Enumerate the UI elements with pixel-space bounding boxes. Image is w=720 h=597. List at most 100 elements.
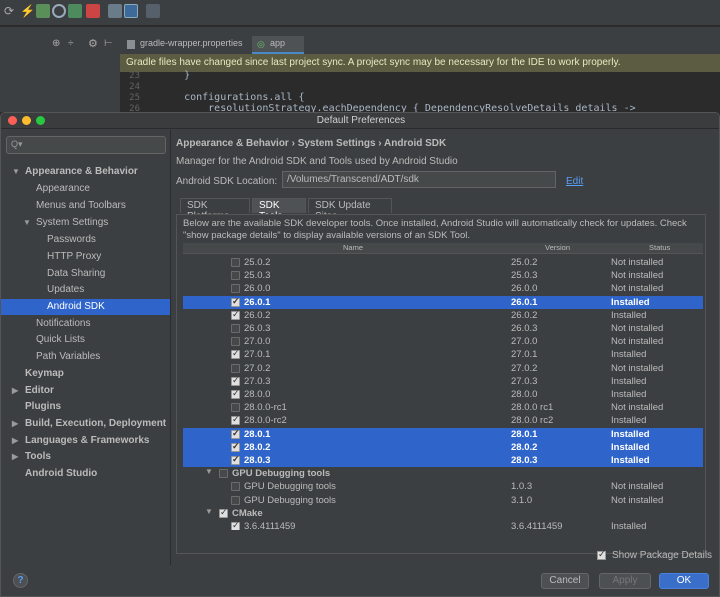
sidebar-item[interactable]: ▼ System Settings bbox=[1, 215, 170, 231]
sidebar-item[interactable]: ▶ Languages & Frameworks bbox=[1, 433, 170, 449]
table-row[interactable]: ▼ GPU Debugging tools bbox=[183, 467, 703, 480]
sidebar-item[interactable]: Notifications bbox=[1, 316, 170, 332]
sidebar-item[interactable]: Plugins bbox=[1, 399, 170, 415]
row-checkbox[interactable] bbox=[231, 388, 240, 399]
sdk-manager-icon[interactable] bbox=[108, 4, 122, 18]
sdk-location-field[interactable]: /Volumes/Transcend/ADT/sdk bbox=[282, 171, 556, 188]
collapse-icon[interactable]: ⊢ bbox=[104, 38, 113, 49]
chevron-down-icon[interactable]: ▼ bbox=[12, 164, 20, 180]
row-checkbox[interactable] bbox=[219, 507, 228, 518]
chevron-down-icon[interactable]: ▼ bbox=[23, 215, 31, 231]
table-row[interactable]: 28.0.2 28.0.2 Installed bbox=[183, 440, 703, 454]
split-icon[interactable]: ÷ bbox=[68, 38, 74, 49]
minimize-window-icon[interactable] bbox=[22, 116, 31, 125]
table-row[interactable]: ▼ CMake bbox=[183, 507, 703, 520]
sidebar-item[interactable]: ▶ Build, Execution, Deployment bbox=[1, 416, 170, 432]
row-checkbox[interactable] bbox=[231, 454, 240, 465]
apply-button[interactable]: Apply bbox=[599, 573, 651, 589]
chevron-down-icon[interactable]: ▼ bbox=[205, 467, 213, 476]
target-icon[interactable]: ⊕ bbox=[52, 38, 60, 49]
row-checkbox[interactable] bbox=[231, 337, 240, 347]
row-checkbox[interactable] bbox=[231, 520, 240, 530]
stop-icon[interactable] bbox=[86, 4, 100, 18]
ok-button[interactable]: OK bbox=[659, 573, 709, 589]
row-checkbox[interactable] bbox=[231, 363, 240, 373]
lightning-icon[interactable]: ⚡ bbox=[20, 4, 35, 18]
row-checkbox[interactable] bbox=[231, 441, 240, 452]
close-window-icon[interactable] bbox=[8, 116, 17, 125]
sidebar-item[interactable]: Menus and Toolbars bbox=[1, 198, 170, 214]
tab-gradle-wrapper[interactable]: gradle-wrapper.properties bbox=[122, 36, 250, 54]
cancel-button[interactable]: Cancel bbox=[541, 573, 589, 589]
tab-sdk-platforms[interactable]: SDK Platforms bbox=[180, 198, 250, 222]
sidebar-item[interactable]: Passwords bbox=[1, 232, 170, 248]
profiler-icon[interactable] bbox=[52, 4, 66, 18]
table-row[interactable]: 28.0.3 28.0.3 Installed bbox=[183, 454, 703, 467]
row-checkbox[interactable] bbox=[231, 296, 240, 307]
show-package-details-label[interactable]: Show Package Details bbox=[612, 550, 712, 561]
row-checkbox[interactable] bbox=[231, 428, 240, 439]
row-checkbox[interactable] bbox=[231, 284, 240, 294]
sidebar-item[interactable]: Android SDK bbox=[1, 299, 170, 315]
row-checkbox[interactable] bbox=[231, 403, 240, 413]
row-checkbox[interactable] bbox=[231, 258, 240, 267]
sidebar-item[interactable]: Android Studio bbox=[1, 466, 170, 482]
chevron-down-icon[interactable]: ▼ bbox=[205, 507, 213, 516]
show-package-details-checkbox[interactable]: ✓ bbox=[597, 549, 606, 560]
table-row[interactable]: 28.0.0-rc2 28.0.0 rc2 Installed bbox=[183, 414, 703, 427]
sidebar-item[interactable]: Updates bbox=[1, 282, 170, 298]
table-row[interactable]: 25.0.3 25.0.3 Not installed bbox=[183, 269, 703, 282]
sidebar-item[interactable]: Appearance bbox=[1, 181, 170, 197]
chevron-right-icon[interactable]: ▶ bbox=[12, 383, 18, 399]
sidebar-item[interactable]: Keymap bbox=[1, 366, 170, 382]
sidebar-item[interactable]: ▼ Appearance & Behavior bbox=[1, 164, 170, 180]
tab-sdk-tools[interactable]: SDK Tools bbox=[252, 198, 306, 222]
sidebar-item[interactable]: ▶ Editor bbox=[1, 383, 170, 399]
column-version[interactable]: Version bbox=[545, 243, 570, 252]
table-row[interactable]: 25.0.2 25.0.2 Not installed bbox=[183, 256, 703, 269]
edit-location-link[interactable]: Edit bbox=[566, 176, 583, 187]
row-checkbox[interactable] bbox=[219, 469, 228, 479]
table-row[interactable]: 26.0.1 26.0.1 Installed bbox=[183, 295, 703, 309]
chevron-right-icon[interactable]: ▶ bbox=[12, 416, 18, 432]
sidebar-item[interactable]: ▶ Tools bbox=[1, 449, 170, 465]
table-row[interactable]: 27.0.3 27.0.3 Installed bbox=[183, 375, 703, 388]
row-checkbox[interactable] bbox=[231, 482, 240, 492]
row-checkbox[interactable] bbox=[231, 309, 240, 320]
table-row[interactable]: 27.0.2 27.0.2 Not installed bbox=[183, 362, 703, 375]
debug-icon[interactable] bbox=[36, 4, 50, 18]
table-row[interactable]: GPU Debugging tools 3.1.0 Not installed bbox=[183, 494, 703, 507]
help-button[interactable]: ? bbox=[13, 573, 28, 588]
table-row[interactable]: 3.6.4111459 3.6.4111459 Installed bbox=[183, 520, 703, 530]
table-row[interactable]: 26.0.2 26.0.2 Installed bbox=[183, 309, 703, 322]
sidebar-item[interactable]: HTTP Proxy bbox=[1, 249, 170, 265]
row-checkbox[interactable] bbox=[231, 348, 240, 360]
table-row[interactable]: GPU Debugging tools 1.0.3 Not installed bbox=[183, 480, 703, 493]
table-row[interactable]: 28.0.0 28.0.0 Installed bbox=[183, 388, 703, 401]
table-row[interactable]: 28.0.0-rc1 28.0.0 rc1 Not installed bbox=[183, 401, 703, 414]
sidebar-item[interactable]: Data Sharing bbox=[1, 266, 170, 282]
row-checkbox[interactable] bbox=[231, 271, 240, 281]
row-checkbox[interactable] bbox=[231, 375, 240, 386]
avd-manager-icon[interactable] bbox=[124, 4, 138, 18]
chevron-right-icon[interactable]: ▶ bbox=[12, 433, 18, 449]
settings-search-input[interactable]: Q▾ bbox=[6, 136, 166, 154]
tab-app[interactable]: ◎ app bbox=[252, 36, 304, 54]
table-row[interactable]: 28.0.1 28.0.1 Installed bbox=[183, 427, 703, 441]
chevron-right-icon[interactable]: ▶ bbox=[12, 449, 18, 465]
zoom-window-icon[interactable] bbox=[36, 116, 45, 125]
table-row[interactable]: 27.0.0 27.0.0 Not installed bbox=[183, 335, 703, 348]
table-row[interactable]: 27.0.1 27.0.1 Installed bbox=[183, 348, 703, 361]
gear-icon[interactable]: ⚙ bbox=[88, 37, 98, 50]
sync-icon[interactable]: ⟳ bbox=[4, 4, 18, 18]
search-everywhere-icon[interactable] bbox=[146, 4, 160, 18]
table-row[interactable]: 26.0.3 26.0.3 Not installed bbox=[183, 322, 703, 335]
row-checkbox[interactable] bbox=[231, 495, 240, 505]
column-status[interactable]: Status bbox=[649, 243, 670, 252]
tab-sdk-update-sites[interactable]: SDK Update Sites bbox=[308, 198, 392, 222]
attach-icon[interactable] bbox=[68, 4, 82, 18]
sidebar-item[interactable]: Quick Lists bbox=[1, 332, 170, 348]
row-checkbox[interactable] bbox=[231, 324, 240, 333]
row-checkbox[interactable] bbox=[231, 414, 240, 426]
table-row[interactable]: 26.0.0 26.0.0 Not installed bbox=[183, 282, 703, 295]
